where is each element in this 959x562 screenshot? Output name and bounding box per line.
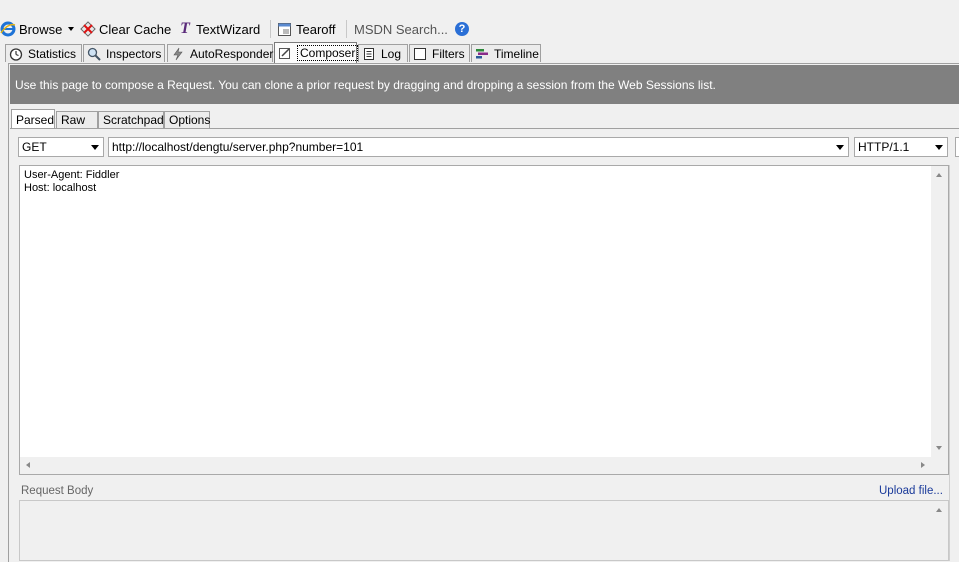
tab-inspectors-label: Inspectors — [106, 46, 162, 61]
subtab-options-label: Options — [169, 113, 211, 127]
tab-composer[interactable]: Composer — [274, 42, 359, 63]
chevron-down-icon — [91, 145, 99, 150]
clear-cache-icon — [80, 21, 96, 37]
method-value: GET — [22, 140, 47, 154]
chevron-down-icon — [935, 145, 943, 150]
scroll-down-icon[interactable] — [936, 446, 942, 450]
scrollbar-corner — [931, 457, 948, 474]
main-tab-strip: Statistics Inspectors AutoResponder Comp… — [0, 42, 959, 64]
clear-cache-label: Clear Cache — [99, 21, 172, 37]
scroll-right-icon[interactable] — [921, 462, 925, 468]
subtab-options[interactable]: Options — [164, 111, 210, 128]
url-value: http://localhost/dengtu/server.php?numbe… — [112, 140, 364, 154]
textwizard-icon: T — [180, 20, 190, 37]
method-select[interactable]: GET — [18, 137, 104, 157]
toolbar: Browse Clear Cache T TextWizard Tearoff … — [0, 14, 959, 42]
tab-timeline-label: Timeline — [494, 46, 539, 61]
stopwatch-icon — [9, 47, 23, 61]
clear-cache-button[interactable]: Clear Cache — [80, 20, 171, 38]
tab-log-label: Log — [381, 46, 402, 61]
help-button[interactable]: ? — [455, 20, 469, 38]
scroll-up-icon[interactable] — [936, 508, 942, 512]
tab-autoresponder-label: AutoResponder — [190, 46, 274, 61]
http-version-value: HTTP/1.1 — [858, 140, 910, 154]
execute-button[interactable] — [955, 137, 959, 157]
browse-label: Browse — [19, 21, 63, 37]
subtab-scratchpad-label: Scratchpad — [103, 113, 164, 127]
upload-file-link[interactable]: Upload file... — [879, 485, 943, 497]
subtab-raw-label: Raw — [61, 113, 86, 127]
composer-banner: Use this page to compose a Request. You … — [10, 65, 959, 104]
scroll-left-icon[interactable] — [26, 462, 30, 468]
scroll-up-icon[interactable] — [936, 173, 942, 177]
header-line: Host: localhost — [24, 182, 97, 194]
headers-content: User-Agent: Fiddler Host: localhost — [24, 169, 119, 195]
tearoff-label: Tearoff — [296, 21, 336, 37]
http-version-select[interactable]: HTTP/1.1 — [854, 137, 948, 157]
tab-statistics-label: Statistics — [28, 46, 77, 61]
url-input[interactable]: http://localhost/dengtu/server.php?numbe… — [108, 137, 849, 157]
tab-filters[interactable]: Filters — [409, 44, 470, 62]
subtab-divider — [10, 128, 959, 129]
tab-inspectors[interactable]: Inspectors — [83, 44, 165, 62]
ie-browser-icon — [0, 21, 16, 37]
tearoff-icon — [277, 21, 293, 37]
chevron-down-icon — [68, 27, 74, 31]
chevron-down-icon — [836, 145, 844, 150]
body-vertical-scrollbar[interactable] — [931, 501, 948, 560]
toolbar-divider — [270, 20, 271, 38]
subtab-parsed-label: Parsed — [16, 112, 55, 127]
help-icon: ? — [455, 22, 469, 36]
headers-vertical-scrollbar[interactable] — [931, 166, 948, 457]
request-body-label: Request Body — [21, 485, 94, 497]
msdn-search-label: MSDN Search... — [354, 21, 448, 37]
request-body-textarea[interactable] — [19, 500, 949, 561]
subtab-raw[interactable]: Raw — [56, 111, 98, 128]
tab-filters-label: Filters — [432, 46, 465, 61]
document-icon — [362, 47, 376, 61]
request-headers-textarea[interactable]: User-Agent: Fiddler Host: localhost — [19, 165, 949, 475]
magnifier-icon — [87, 47, 101, 61]
subtab-scratchpad[interactable]: Scratchpad — [98, 111, 164, 128]
subtab-parsed[interactable]: Parsed — [11, 109, 55, 129]
browse-dropdown-button[interactable] — [68, 20, 74, 38]
tab-composer-label: Composer — [297, 45, 359, 61]
right-splitter[interactable] — [949, 165, 959, 561]
msdn-search-input[interactable]: MSDN Search... — [354, 20, 448, 38]
checkbox-icon — [413, 47, 427, 61]
textwizard-label: TextWizard — [196, 21, 261, 37]
tab-timeline[interactable]: Timeline — [471, 44, 541, 62]
tab-statistics[interactable]: Statistics — [5, 44, 82, 62]
compose-pencil-icon — [278, 46, 292, 60]
toolbar-divider — [346, 20, 347, 38]
timeline-bars-icon — [475, 47, 489, 61]
tab-autoresponder[interactable]: AutoResponder — [167, 44, 273, 62]
browse-button[interactable]: Browse — [0, 20, 62, 38]
lightning-icon — [171, 47, 185, 61]
headers-horizontal-scrollbar[interactable] — [20, 457, 931, 474]
header-line: User-Agent: Fiddler — [24, 169, 120, 181]
tab-log[interactable]: Log — [358, 44, 408, 62]
textwizard-button[interactable]: T TextWizard — [177, 20, 260, 38]
tearoff-button[interactable]: Tearoff — [277, 20, 336, 38]
